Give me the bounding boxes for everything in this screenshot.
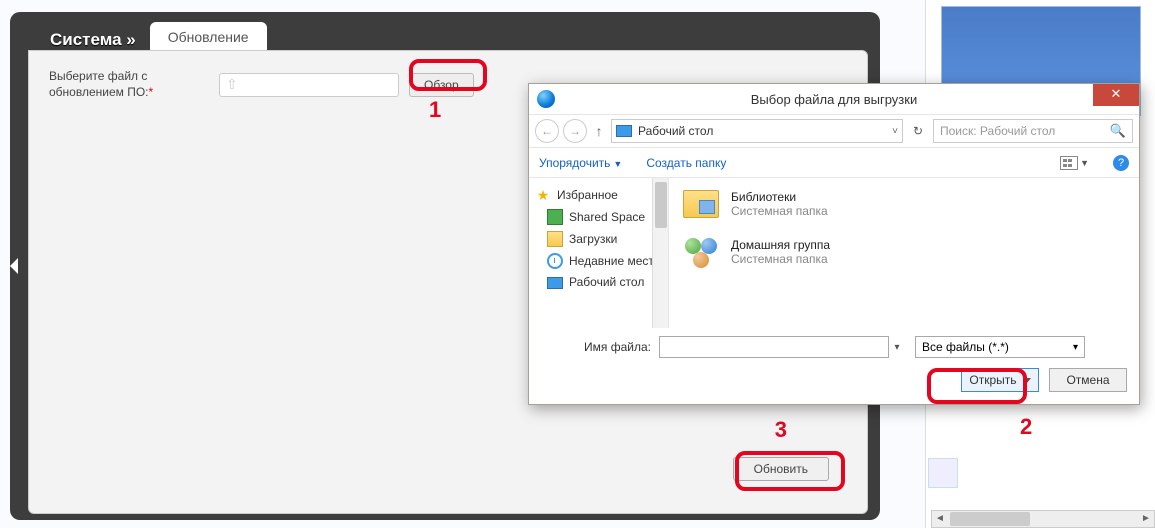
breadcrumb[interactable]: Система » xyxy=(50,30,136,50)
nav-forward-button[interactable]: → xyxy=(563,119,587,143)
page-background: Система » Обновление Выберите файл с обн… xyxy=(0,0,1155,528)
tree-item-label: Недавние места xyxy=(569,254,660,268)
tree-favorites[interactable]: ★ Избранное xyxy=(533,184,664,206)
cancel-button[interactable]: Отмена xyxy=(1049,368,1127,392)
new-folder-button[interactable]: Создать папку xyxy=(646,156,726,170)
filetype-label: Все файлы (*.*) xyxy=(922,340,1009,354)
file-item-libraries[interactable]: Библиотеки Системная папка xyxy=(681,186,1127,222)
horizontal-scrollbar[interactable]: ◄ ► xyxy=(931,510,1155,528)
organize-label: Упорядочить xyxy=(539,156,610,170)
upload-icon: ⇧ xyxy=(226,76,238,93)
tab-update[interactable]: Обновление xyxy=(150,22,267,50)
filetype-select[interactable]: Все файлы (*.*) ▾ xyxy=(915,336,1085,358)
dialog-nav: ← → ↑ Рабочий стол ˅ ↻ Поиск: Рабочий ст… xyxy=(529,114,1139,148)
scroll-thumb[interactable] xyxy=(950,512,1030,526)
scroll-left-icon[interactable]: ◄ xyxy=(932,511,948,527)
tree-desktop[interactable]: Рабочий стол xyxy=(533,272,664,292)
file-select-label: Выберите файл с обновлением ПО:* xyxy=(49,69,209,100)
browse-button[interactable]: Обзор xyxy=(409,73,474,97)
homegroup-icon xyxy=(683,236,719,268)
folder-icon xyxy=(547,231,563,247)
close-button[interactable]: ✕ xyxy=(1093,84,1139,106)
refresh-button[interactable]: ↻ xyxy=(907,124,929,138)
thumbnail-small[interactable] xyxy=(928,458,958,488)
expand-handle-icon[interactable] xyxy=(10,258,18,274)
nav-back-button[interactable]: ← xyxy=(535,119,559,143)
filename-input[interactable] xyxy=(659,336,889,358)
nav-up-button[interactable]: ↑ xyxy=(591,123,607,139)
address-text: Рабочий стол xyxy=(638,124,886,138)
filename-label: Имя файла: xyxy=(541,340,651,354)
tree-item-label: Рабочий стол xyxy=(569,275,644,289)
desktop-icon xyxy=(547,277,563,289)
tree-scroll-thumb[interactable] xyxy=(655,182,667,228)
file-item-homegroup[interactable]: Домашняя группа Системная папка xyxy=(681,234,1127,270)
marker-3: 3 xyxy=(775,417,787,443)
open-split-icon xyxy=(1023,378,1031,383)
search-icon: 🔍 xyxy=(1110,123,1126,139)
search-input[interactable]: Поиск: Рабочий стол 🔍 xyxy=(933,119,1133,143)
open-button-label: Открыть xyxy=(969,373,1016,387)
chevron-down-icon: ▾ xyxy=(1073,342,1078,353)
help-button[interactable]: ? xyxy=(1113,155,1129,171)
open-button[interactable]: Открыть xyxy=(961,368,1039,392)
desktop-icon xyxy=(616,125,632,137)
tree-item-label: Загрузки xyxy=(569,232,617,246)
marker-2: 2 xyxy=(1020,414,1032,440)
file-open-dialog: Выбор файла для выгрузки ✕ ← → ↑ Рабочий… xyxy=(528,83,1140,405)
address-bar[interactable]: Рабочий стол ˅ xyxy=(611,119,903,143)
tree-recent[interactable]: Недавние места xyxy=(533,250,664,272)
required-mark: * xyxy=(149,85,154,99)
recent-icon xyxy=(547,253,563,269)
search-placeholder: Поиск: Рабочий стол xyxy=(940,124,1104,138)
ie-icon xyxy=(537,90,555,108)
dialog-titlebar[interactable]: Выбор файла для выгрузки ✕ xyxy=(529,84,1139,114)
file-type: Системная папка xyxy=(731,252,830,266)
tree-item-label: Избранное xyxy=(557,188,618,202)
file-type: Системная папка xyxy=(731,204,828,218)
dialog-bottom: Имя файла: ▾ Все файлы (*.*) ▾ Открыть О… xyxy=(529,328,1139,404)
tree-downloads[interactable]: Загрузки xyxy=(533,228,664,250)
file-path-input[interactable]: ⇧ xyxy=(219,73,399,97)
update-button[interactable]: Обновить xyxy=(733,457,829,481)
tree-item-label: Shared Space xyxy=(569,210,645,224)
dialog-title: Выбор файла для выгрузки xyxy=(751,92,917,107)
dialog-toolbar: Упорядочить▼ Создать папку ▼ ? xyxy=(529,148,1139,178)
filename-dropdown-icon[interactable]: ▾ xyxy=(889,342,905,353)
libraries-icon xyxy=(683,190,719,218)
organize-menu[interactable]: Упорядочить▼ xyxy=(539,156,622,170)
file-list: Библиотеки Системная папка Домашняя груп… xyxy=(669,178,1139,328)
file-name: Домашняя группа xyxy=(731,238,830,252)
nav-tree: ★ Избранное Shared Space Загрузки Недавн… xyxy=(529,178,669,328)
marker-1: 1 xyxy=(429,97,441,123)
shared-icon xyxy=(547,209,563,225)
scroll-right-icon[interactable]: ► xyxy=(1138,511,1154,527)
tree-scrollbar[interactable] xyxy=(652,178,668,328)
file-name: Библиотеки xyxy=(731,190,828,204)
file-select-label-text: Выберите файл с обновлением ПО: xyxy=(49,69,149,99)
view-mode-button[interactable]: ▼ xyxy=(1060,156,1089,170)
address-dropdown-icon[interactable]: ˅ xyxy=(892,126,898,137)
star-icon: ★ xyxy=(535,187,551,203)
tree-shared-space[interactable]: Shared Space xyxy=(533,206,664,228)
